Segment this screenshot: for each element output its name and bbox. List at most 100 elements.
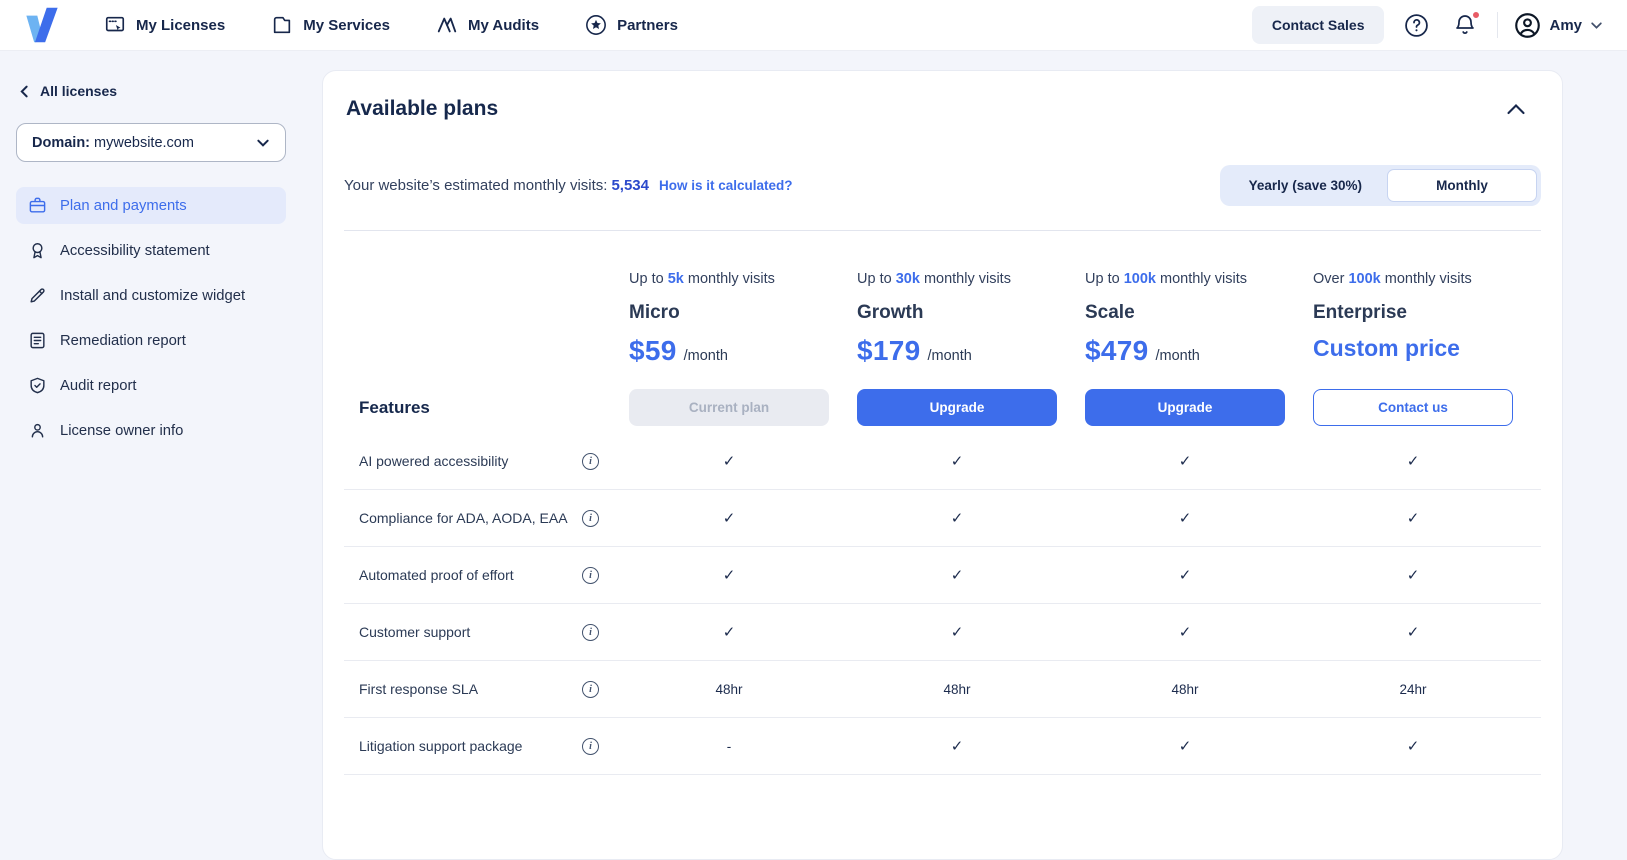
upgrade-button-growth[interactable]: Upgrade [857, 389, 1057, 426]
feature-row-customer-support: Customer supporti ✓ ✓ ✓ ✓ [344, 604, 1541, 661]
feature-value-cell: ✓ [629, 452, 829, 470]
nav-item-partners[interactable]: Partners [585, 14, 678, 36]
visits-label: Your website’s estimated monthly visits: [344, 177, 607, 194]
how-calculated-link[interactable]: How is it calculated? [659, 178, 793, 193]
info-icon[interactable]: i [582, 510, 599, 527]
sidebar-item-install-and-customize-widget[interactable]: Install and customize widget [16, 277, 286, 314]
sidebar-item-label: Accessibility statement [60, 243, 210, 259]
check-icon: ✓ [1407, 510, 1420, 527]
info-icon[interactable]: i [582, 738, 599, 755]
domain-select-value: Domain: mywebsite.com [32, 135, 194, 151]
nav-item-my-licenses[interactable]: My Licenses [104, 14, 225, 36]
feature-value-cell: ✓ [1085, 509, 1285, 527]
info-icon[interactable]: i [582, 681, 599, 698]
brand-logo-icon [24, 7, 60, 43]
plan-headers-spacer [344, 231, 629, 389]
feature-label: AI powered accessibility [359, 453, 508, 469]
check-icon: ✓ [1407, 624, 1420, 641]
license-icon [104, 14, 126, 36]
check-icon: ✓ [951, 567, 964, 584]
feature-value-cell: ✓ [1085, 737, 1285, 755]
billing-toggle: Yearly (save 30%)Monthly [1220, 165, 1541, 206]
upgrade-button-scale[interactable]: Upgrade [1085, 389, 1285, 426]
check-icon: ✓ [723, 624, 736, 641]
nav-item-label: My Services [303, 17, 390, 34]
feature-value-cell: ✓ [857, 566, 1057, 584]
feature-label-cell: Litigation support packagei [344, 738, 629, 755]
sidebar: All licenses Domain: mywebsite.com Plan … [0, 51, 308, 449]
feature-value-cell: ✓ [629, 509, 829, 527]
plan-price-row: $479/month [1085, 335, 1313, 367]
feature-value-cell: ✓ [1313, 737, 1513, 755]
avatar-icon [1514, 12, 1541, 39]
check-icon: ✓ [1407, 738, 1420, 755]
plan-name: Enterprise [1313, 302, 1541, 324]
nav-item-my-audits[interactable]: My Audits [436, 14, 539, 36]
plan-buttons-row: Features Current planUpgradeUpgradeConta… [344, 389, 1541, 428]
sidebar-item-license-owner-info[interactable]: License owner info [16, 412, 286, 449]
sidebar-item-audit-report[interactable]: Audit report [16, 367, 286, 404]
check-icon: ✓ [1179, 453, 1192, 470]
nav-item-my-services[interactable]: My Services [271, 14, 390, 36]
feature-value-cell: ✓ [857, 452, 1057, 470]
check-icon: ✓ [723, 567, 736, 584]
feature-row-ai-powered-accessibility: AI powered accessibility i ✓ ✓ ✓ ✓ [344, 433, 1541, 490]
check-icon: ✓ [1407, 453, 1420, 470]
feature-label-cell: Customer supporti [344, 624, 629, 641]
estimated-visits: Your website’s estimated monthly visits:… [344, 177, 793, 194]
check-icon: ✓ [1179, 738, 1192, 755]
feature-value-cell: ✓ [1085, 623, 1285, 641]
contact-us-button-enterprise[interactable]: Contact us [1313, 389, 1513, 426]
collapse-section-button[interactable] [1501, 97, 1531, 121]
check-icon: ✓ [1179, 624, 1192, 641]
chevron-down-icon [1590, 19, 1603, 32]
back-to-all-licenses[interactable]: All licenses [16, 83, 286, 99]
feature-value-cell: ✓ [1085, 566, 1285, 584]
plan-header-micro: Up to 5k monthly visitsMicro$59/month [629, 231, 857, 389]
domain-label: Domain: [32, 135, 90, 151]
info-icon[interactable]: i [582, 624, 599, 641]
plan-header-enterprise: Over 100k monthly visitsEnterpriseCustom… [1313, 231, 1541, 389]
nav-item-label: Partners [617, 17, 678, 34]
plan-button-cell-scale: Upgrade [1085, 389, 1313, 426]
plan-button-cell-growth: Upgrade [857, 389, 1085, 426]
user-menu[interactable]: Amy [1514, 12, 1603, 39]
info-icon[interactable]: i [582, 453, 599, 470]
contact-sales-button[interactable]: Contact Sales [1252, 6, 1385, 44]
feature-label-cell: Compliance for ADA, AODA, EAAi [344, 510, 629, 527]
feature-label-cell: First response SLAi [344, 681, 629, 698]
billing-option-monthly[interactable]: Monthly [1387, 169, 1537, 202]
plan-visits-highlight: 100k [1124, 271, 1156, 287]
help-button[interactable] [1400, 9, 1433, 42]
info-icon[interactable]: i [582, 567, 599, 584]
current-plan-button-micro: Current plan [629, 389, 829, 426]
domain-select[interactable]: Domain: mywebsite.com [16, 123, 286, 162]
feature-row-litigation-support-package: Litigation support packagei-✓✓✓ [344, 718, 1541, 775]
sidebar-item-accessibility-statement[interactable]: Accessibility statement [16, 232, 286, 269]
billing-option-yearly[interactable]: Yearly (save 30%) [1224, 169, 1387, 202]
plan-price-row: $179/month [857, 335, 1085, 367]
top-nav: My LicensesMy ServicesMy AuditsPartners … [0, 0, 1627, 51]
brand-logo[interactable] [20, 3, 64, 47]
plan-button-cell-micro: Current plan [629, 389, 857, 426]
feature-value-cell: ✓ [857, 623, 1057, 641]
feature-value-text: 48hr [1085, 682, 1285, 697]
pencil-icon [28, 286, 47, 305]
page-title: Available plans [346, 97, 498, 121]
feature-value-text: 24hr [1313, 682, 1513, 697]
plan-header-scale: Up to 100k monthly visitsScale$479/month [1085, 231, 1313, 389]
sidebar-item-plan-and-payments[interactable]: Plan and payments [16, 187, 286, 224]
star-circle-icon [585, 14, 607, 36]
feature-value-cell: ✓ [629, 623, 829, 641]
sidebar-item-label: Audit report [60, 378, 137, 394]
back-link-label: All licenses [40, 83, 117, 99]
sidebar-item-label: Plan and payments [60, 198, 187, 214]
feature-label: Automated proof of effort [359, 567, 514, 583]
plan-visits-highlight: 30k [896, 271, 920, 287]
plan-price-period: /month [928, 348, 972, 364]
check-icon: ✓ [723, 510, 736, 527]
sidebar-item-remediation-report[interactable]: Remediation report [16, 322, 286, 359]
available-plans-card: Available plans Your website’s estimated… [322, 70, 1563, 860]
notifications-button[interactable] [1449, 9, 1481, 41]
feature-label-cell: Automated proof of effort i [344, 567, 629, 584]
